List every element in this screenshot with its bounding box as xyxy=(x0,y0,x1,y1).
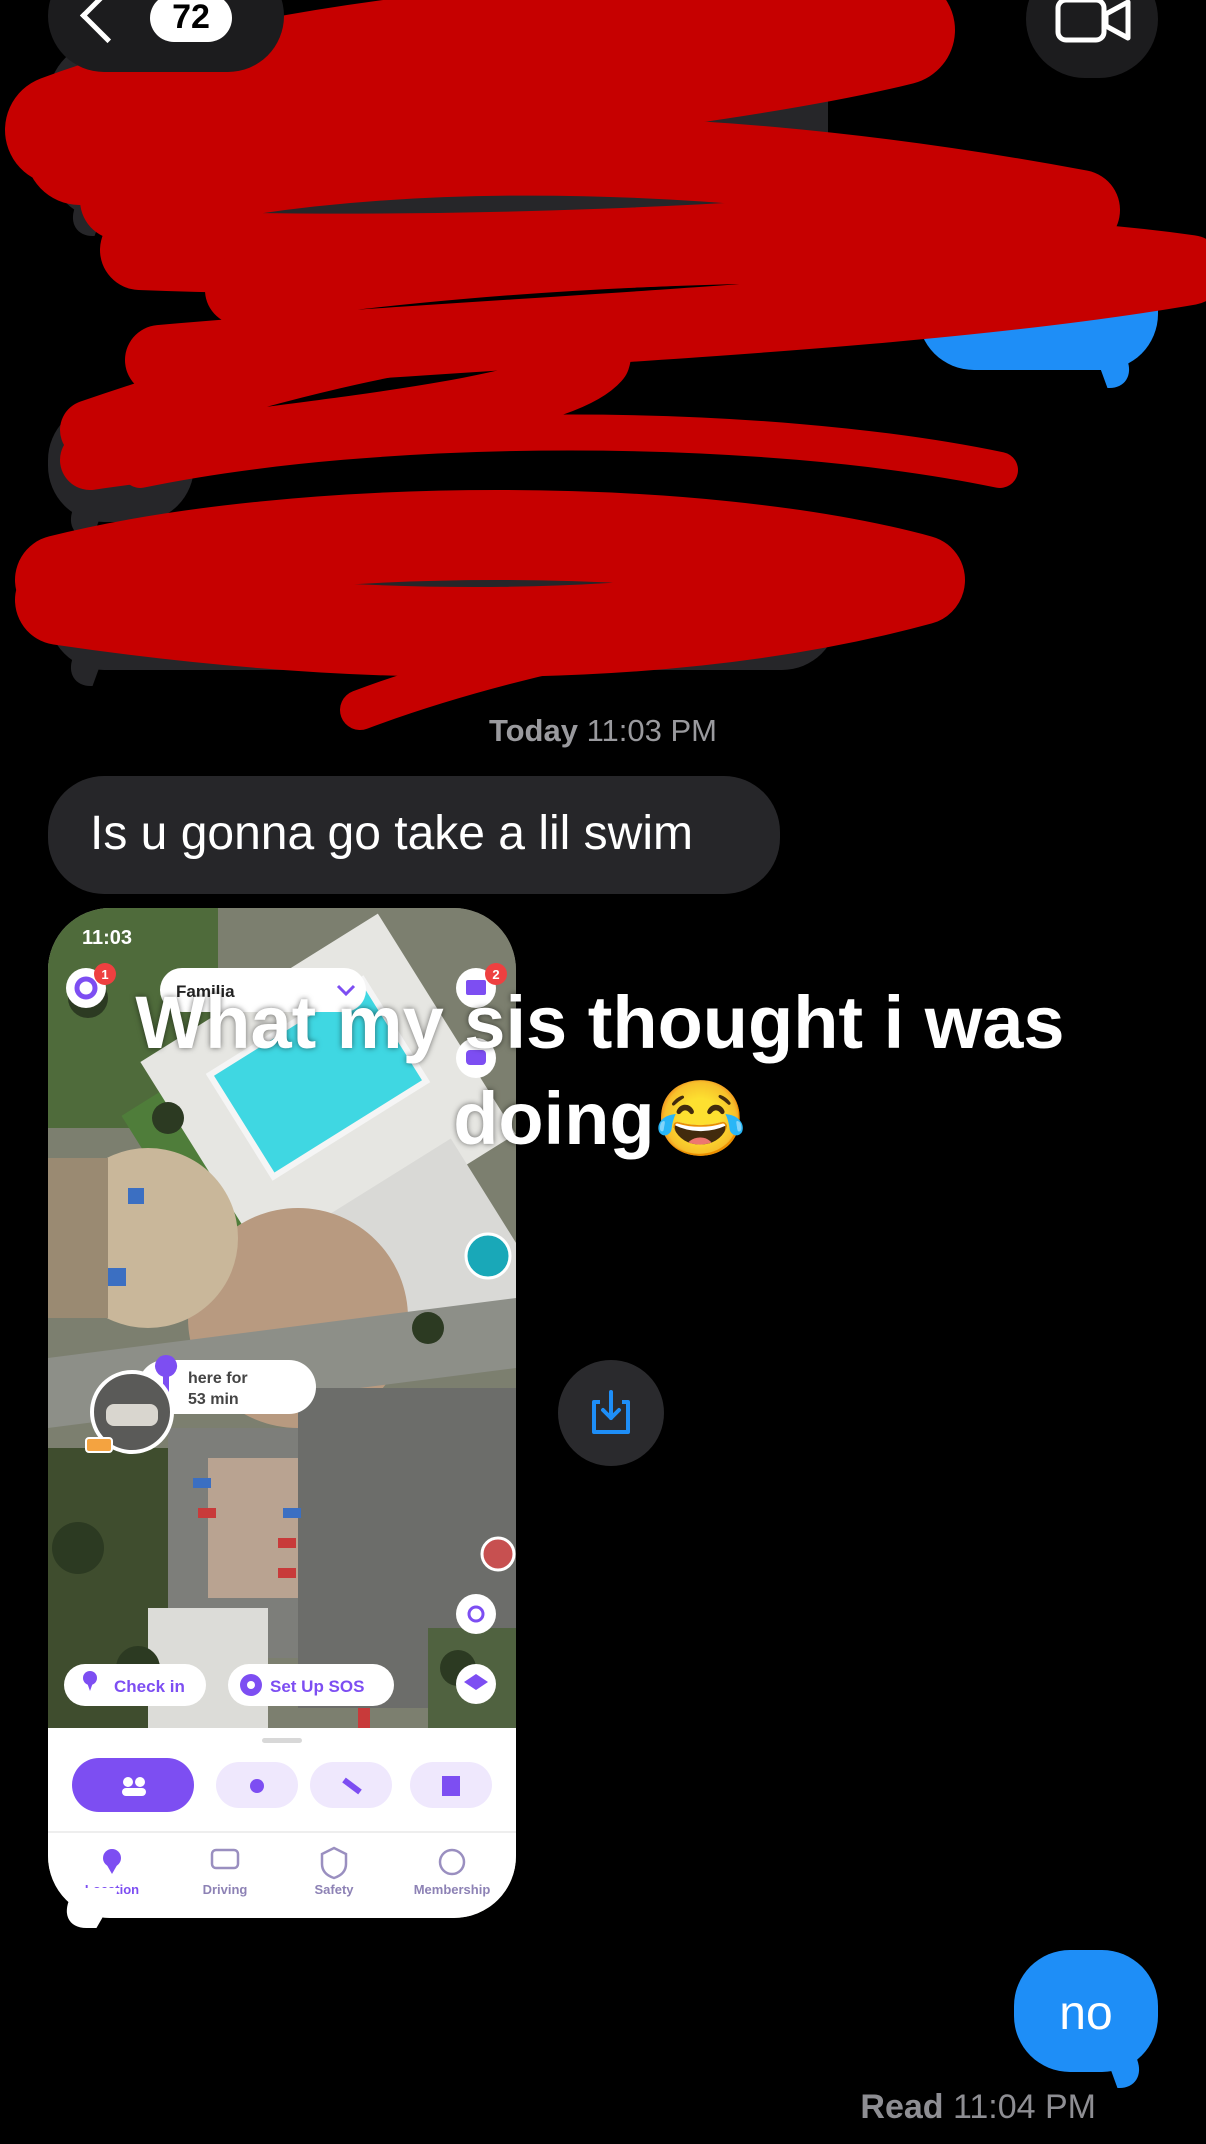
svg-text:Membership: Membership xyxy=(414,1882,491,1897)
received-message-text: Is u gonna go take a lil swim xyxy=(90,807,693,860)
redaction-scribble xyxy=(5,0,1206,730)
download-icon xyxy=(592,1390,630,1434)
svg-text:Safety: Safety xyxy=(314,1882,354,1897)
video-camera-icon xyxy=(1055,0,1131,43)
caption-overlay-text: What my sis thought i was doing😂 xyxy=(135,981,1065,1160)
svg-text:Driving: Driving xyxy=(203,1882,248,1897)
timestamp-time: 11:03 PM xyxy=(586,713,717,748)
save-attachment-button[interactable] xyxy=(558,1360,664,1466)
bubble-tail xyxy=(1106,2058,1148,2088)
svg-text:Set Up SOS: Set Up SOS xyxy=(270,1677,364,1696)
message-timestamp: Today 11:03 PM xyxy=(0,713,1206,749)
status-time: 11:03 xyxy=(82,927,132,949)
sent-message-text: no xyxy=(1059,1987,1113,2040)
svg-text:Check in: Check in xyxy=(114,1677,185,1696)
svg-text:here for: here for xyxy=(188,1370,248,1387)
read-receipt: Read 11:04 PM xyxy=(0,2088,1096,2127)
read-time: 11:04 PM xyxy=(952,2088,1096,2126)
read-label: Read xyxy=(860,2088,944,2126)
svg-text:53 min: 53 min xyxy=(188,1391,239,1408)
unread-count-badge: 72 xyxy=(150,0,232,42)
timestamp-day: Today xyxy=(488,713,578,748)
